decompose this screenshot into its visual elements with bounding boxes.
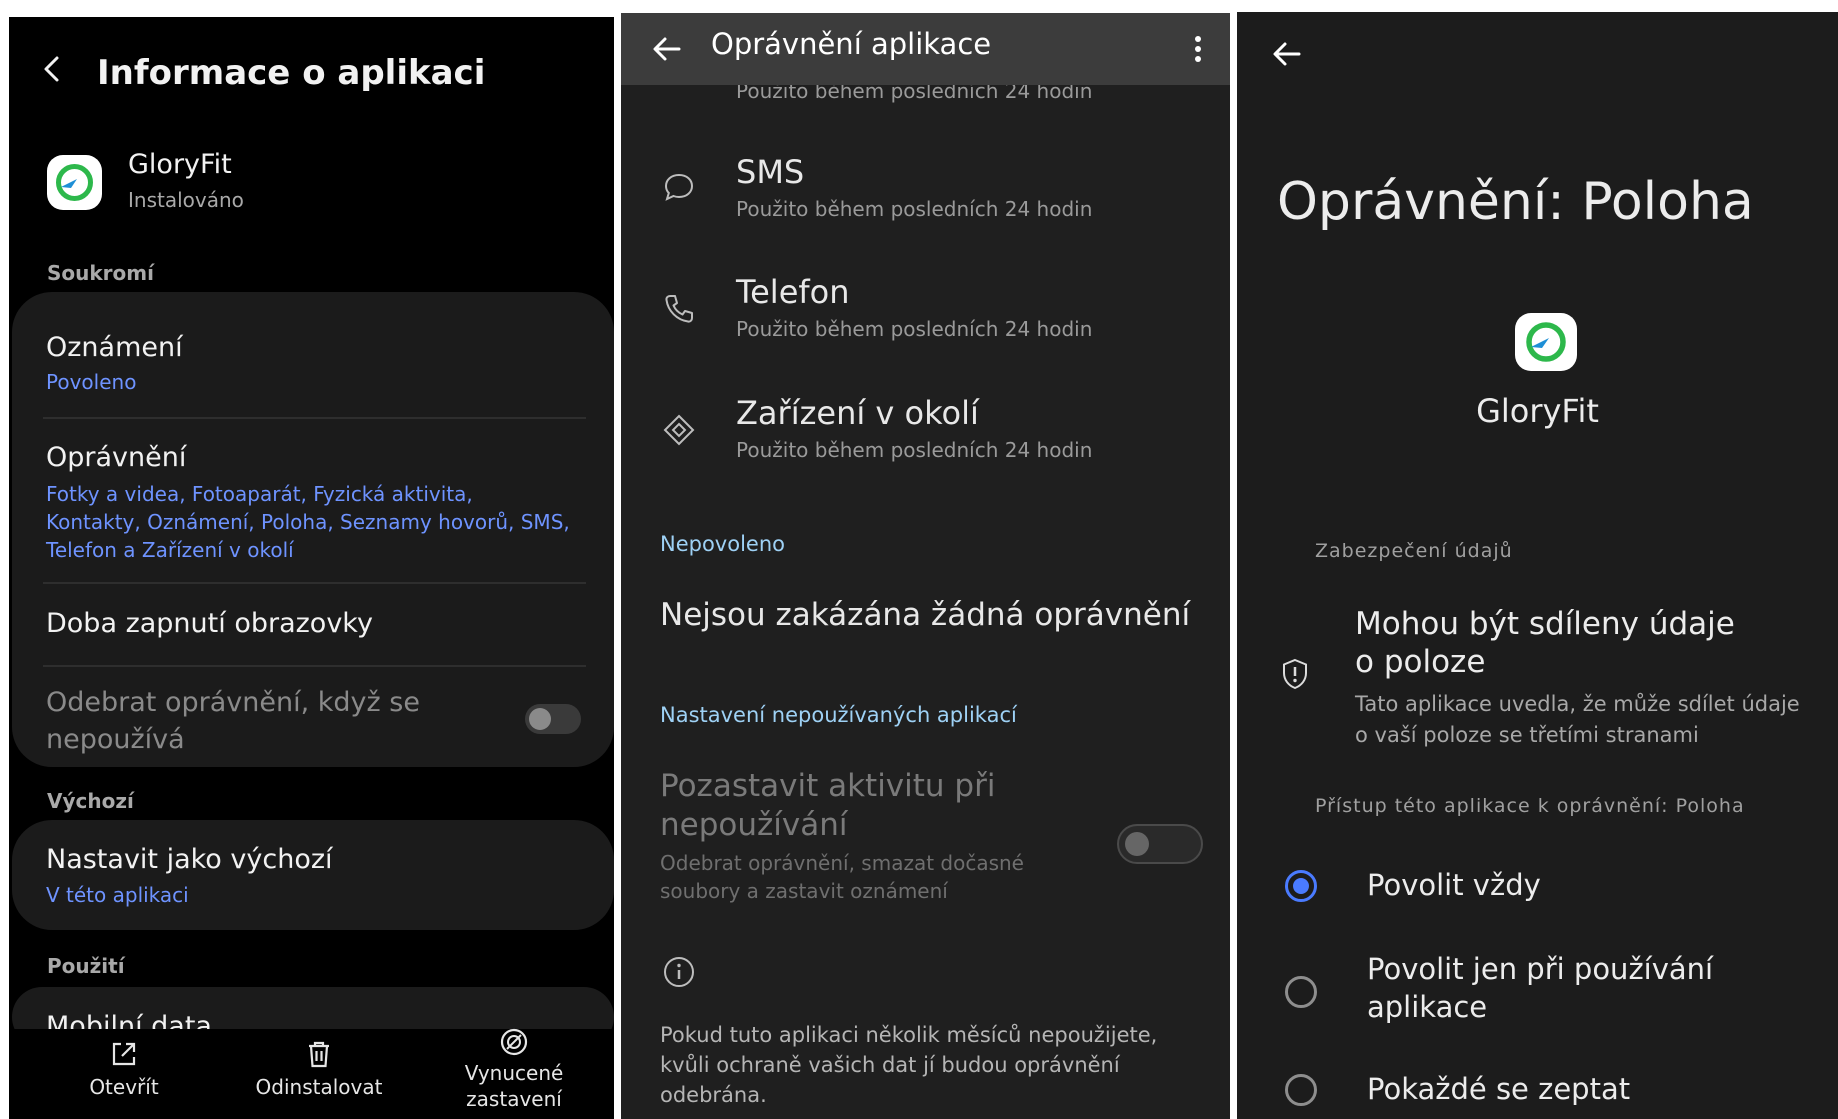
pause-activity-toggle[interactable] bbox=[1117, 824, 1203, 864]
gloryfit-app-icon bbox=[1515, 313, 1577, 371]
permission-item-phone[interactable]: Telefon Použito během posledních 24 hodi… bbox=[621, 273, 1230, 363]
uninstall-label: Odinstalovat bbox=[255, 1075, 383, 1099]
back-chevron-icon[interactable] bbox=[35, 51, 71, 87]
back-arrow-icon[interactable] bbox=[1267, 34, 1307, 74]
remove-permissions-line-1: Odebrat oprávnění, když se bbox=[46, 687, 420, 718]
pause-activity-sub-2: soubory a zastavit oznámení bbox=[660, 879, 948, 903]
option-allow-always[interactable]: Povolit vždy bbox=[1237, 852, 1838, 922]
app-info-screen: Informace o aplikaci GloryFit Instalován… bbox=[9, 17, 614, 1119]
app-name: GloryFit bbox=[1476, 392, 1599, 430]
shield-alert-icon bbox=[1277, 656, 1313, 692]
pause-activity-line-1: Pozastavit aktivitu při bbox=[660, 768, 996, 804]
radio-allow-always[interactable] bbox=[1285, 870, 1317, 902]
location-permission-screen: Oprávnění: Poloha GloryFit Zabezpečení ú… bbox=[1237, 12, 1838, 1119]
option-allow-while-using-line-1: Povolit jen při používání bbox=[1367, 952, 1714, 986]
open-button[interactable]: Otevřít bbox=[49, 1029, 199, 1119]
trash-icon bbox=[234, 1029, 404, 1069]
force-stop-icon bbox=[439, 1015, 589, 1056]
divider bbox=[43, 417, 586, 419]
sms-label: SMS bbox=[736, 153, 805, 191]
data-sharing-title-1: Mohou být sdíleny údaje bbox=[1355, 606, 1735, 642]
notifications-value: Povoleno bbox=[46, 370, 137, 394]
section-usage: Použití bbox=[47, 954, 125, 978]
set-default-value: V této aplikaci bbox=[46, 883, 189, 907]
set-default-label: Nastavit jako výchozí bbox=[46, 844, 333, 875]
privacy-card: Oznámení Povoleno Oprávnění Fotky a vide… bbox=[12, 292, 614, 767]
app-name: GloryFit bbox=[128, 149, 232, 180]
section-access: Přístup této aplikace k oprávnění: Poloh… bbox=[1315, 795, 1745, 817]
sms-sub: Použito během posledních 24 hodin bbox=[736, 197, 1093, 221]
open-external-icon bbox=[49, 1029, 199, 1069]
chat-bubble-icon bbox=[661, 169, 697, 205]
radio-ask-every-time[interactable] bbox=[1285, 1074, 1317, 1106]
screen-time-item[interactable]: Doba zapnutí obrazovky bbox=[12, 584, 614, 664]
option-ask-every-time[interactable]: Pokaždé se zeptat bbox=[1237, 1062, 1838, 1119]
data-sharing-title-2: o poloze bbox=[1355, 644, 1486, 680]
more-options-icon[interactable] bbox=[1183, 29, 1213, 69]
pause-activity-item[interactable]: Pozastavit aktivitu při nepoužívání Odeb… bbox=[621, 768, 1230, 918]
page-title: Informace o aplikaci bbox=[97, 53, 486, 93]
data-sharing-sub-2: o vaší poloze se třetími stranami bbox=[1355, 723, 1699, 747]
permission-item-nearby-devices[interactable]: Zařízení v okolí Použito během posledníc… bbox=[621, 394, 1230, 484]
app-status: Instalováno bbox=[128, 188, 244, 212]
permissions-item[interactable]: Oprávnění Fotky a videa, Fotoaparát, Fyz… bbox=[12, 420, 614, 580]
info-text-line-2: kvůli ochraně vašich dat jí budou oprávn… bbox=[660, 1053, 1120, 1077]
nearby-devices-label: Zařízení v okolí bbox=[736, 394, 979, 432]
notifications-label: Oznámení bbox=[46, 332, 183, 363]
pause-activity-sub-1: Odebrat oprávnění, smazat dočasné bbox=[660, 851, 1024, 875]
page-title: Oprávnění: Poloha bbox=[1277, 172, 1754, 232]
option-allow-while-using[interactable]: Povolit jen při používání aplikace bbox=[1237, 942, 1838, 1042]
nearby-devices-sub: Použito během posledních 24 hodin bbox=[736, 438, 1093, 462]
section-default: Výchozí bbox=[47, 789, 134, 813]
remove-permissions-line-2: nepoužívá bbox=[46, 724, 185, 755]
uninstall-button[interactable]: Odinstalovat bbox=[234, 1029, 404, 1119]
data-sharing-item[interactable]: Mohou být sdíleny údaje o poloze Tato ap… bbox=[1237, 592, 1838, 757]
phone-label: Telefon bbox=[736, 273, 850, 311]
back-arrow-icon[interactable] bbox=[647, 29, 687, 69]
top-app-bar: Oprávnění aplikace bbox=[621, 13, 1230, 85]
option-allow-always-label: Povolit vždy bbox=[1367, 868, 1541, 902]
permission-item-sms[interactable]: SMS Použito během posledních 24 hodin bbox=[621, 153, 1230, 243]
gloryfit-app-icon bbox=[47, 155, 102, 210]
info-text-line-3: odebrána. bbox=[660, 1083, 767, 1107]
phone-sub: Použito během posledních 24 hodin bbox=[736, 317, 1093, 341]
force-stop-label-line-1: Vynucené bbox=[464, 1061, 564, 1085]
permissions-value-line-1: Fotky a videa, Fotoaparát, Fyzická aktiv… bbox=[46, 482, 473, 506]
nearby-devices-icon bbox=[661, 412, 697, 448]
section-privacy: Soukromí bbox=[47, 261, 154, 285]
phone-icon bbox=[661, 291, 697, 327]
option-ask-every-time-label: Pokaždé se zeptat bbox=[1367, 1072, 1631, 1106]
section-unused-apps: Nastavení nepoužívaných aplikací bbox=[660, 703, 1017, 727]
pause-activity-line-2: nepoužívání bbox=[660, 807, 848, 843]
data-sharing-sub-1: Tato aplikace uvedla, že může sdílet úda… bbox=[1355, 692, 1800, 716]
force-stop-button[interactable]: Vynucené zastavení bbox=[439, 1015, 589, 1119]
open-label: Otevřít bbox=[89, 1075, 159, 1099]
set-default-item[interactable]: Nastavit jako výchozí V této aplikaci bbox=[12, 820, 614, 930]
bottom-action-bar: Otevřít Odinstalovat Vynucené zastavení bbox=[9, 1028, 614, 1119]
notifications-item[interactable]: Oznámení Povoleno bbox=[12, 292, 614, 402]
app-bar-title: Oprávnění aplikace bbox=[711, 27, 992, 61]
permissions-value-line-2: Kontakty, Oznámení, Poloha, Seznamy hovo… bbox=[46, 510, 570, 534]
permissions-value-line-3: Telefon a Zařízení v okolí bbox=[46, 538, 294, 562]
no-denied-permissions: Nejsou zakázána žádná oprávnění bbox=[660, 597, 1191, 633]
app-permissions-screen: Použito během posledních 24 hodin Oprávn… bbox=[621, 13, 1230, 1119]
section-denied: Nepovoleno bbox=[660, 532, 785, 556]
info-text-line-1: Pokud tuto aplikaci několik měsíců nepou… bbox=[660, 1023, 1158, 1047]
force-stop-label-line-2: zastavení bbox=[466, 1087, 562, 1111]
radio-allow-while-using[interactable] bbox=[1285, 976, 1317, 1008]
option-allow-while-using-line-2: aplikace bbox=[1367, 990, 1488, 1024]
remove-permissions-item[interactable]: Odebrat oprávnění, když se nepoužívá bbox=[12, 667, 614, 767]
permissions-label: Oprávnění bbox=[46, 442, 187, 473]
screen-time-label: Doba zapnutí obrazovky bbox=[46, 608, 373, 639]
section-data-safety: Zabezpečení údajů bbox=[1315, 540, 1513, 562]
remove-permissions-toggle[interactable] bbox=[525, 704, 581, 734]
info-icon bbox=[661, 954, 697, 990]
